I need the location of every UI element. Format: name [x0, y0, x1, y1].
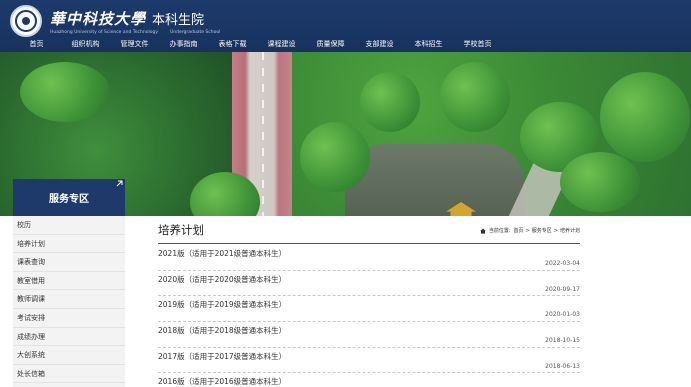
sidebar-item-class-change[interactable]: 教师调课	[13, 290, 125, 309]
breadcrumb-separator: >	[525, 227, 530, 234]
content-header: 培养计划 当前位置: 首页 > 服务专区 > 培养计划	[158, 220, 580, 244]
sidebar-item-calendar[interactable]: 校历	[13, 216, 125, 235]
sidebar-item-grades[interactable]: 成绩办理	[13, 328, 125, 347]
breadcrumb: 当前位置: 首页 > 服务专区 > 培养计划	[480, 227, 580, 234]
nav-item-forms[interactable]: 表格下载	[208, 37, 257, 51]
nav-item-party[interactable]: 支部建设	[355, 37, 404, 51]
main-nav: 首页 组织机构 管理文件 办事指南 表格下载 课程建设 质量保障 支部建设 本科…	[0, 37, 502, 51]
school-name-en: Huazhong University of Science and Techn…	[50, 29, 158, 35]
list-item: 2021版（适用于2021级普通本科生） 2022-03-04	[158, 245, 580, 271]
expand-arrow-icon[interactable]	[116, 180, 123, 187]
dept-name-cn: 本科生院	[152, 12, 205, 28]
plan-list: 2021版（适用于2021级普通本科生） 2022-03-04 2020版（适用…	[158, 245, 580, 387]
breadcrumb-current: 培养计划	[559, 228, 580, 234]
logo-block[interactable]: 華中科技大學 本科生院 Huazhong University of Scien…	[10, 5, 221, 37]
list-item-date: 2020-01-03	[545, 311, 580, 319]
nav-item-university-home[interactable]: 学校首页	[453, 37, 502, 51]
nav-item-guide[interactable]: 办事指南	[159, 37, 208, 51]
nav-item-quality[interactable]: 质量保障	[306, 37, 355, 51]
list-item-title[interactable]: 2018版（适用于2018级普通本科生）	[158, 325, 286, 336]
nav-item-courses[interactable]: 课程建设	[257, 37, 306, 51]
sidebar-item-exams[interactable]: 考试安排	[13, 309, 125, 328]
list-item-title[interactable]: 2019版（适用于2019级普通本科生）	[158, 299, 286, 310]
sidebar-item-innovation[interactable]: 大创系统	[13, 346, 125, 365]
breadcrumb-prefix: 当前位置:	[488, 228, 511, 234]
breadcrumb-home[interactable]: 首页	[514, 227, 524, 234]
service-sidebar: 服务专区 校历 培养计划 课表查询 教室借用 教师调课 考试安排 成绩办理 大创…	[13, 179, 125, 387]
sidebar-title: 服务专区	[49, 194, 89, 205]
list-item: 2016版（适用于2016级普通本科生）	[158, 373, 580, 387]
page-title: 培养计划	[158, 223, 204, 237]
nav-item-organization[interactable]: 组织机构	[61, 37, 110, 51]
nav-item-documents[interactable]: 管理文件	[110, 37, 159, 51]
sidebar-header: 服务专区	[13, 179, 125, 216]
list-item-date: 2018-10-15	[545, 337, 580, 345]
dept-name-en: Undergraduate School	[169, 29, 221, 35]
breadcrumb-service[interactable]: 服务专区	[532, 227, 552, 234]
list-item: 2018版（适用于2018级普通本科生） 2018-10-15	[158, 322, 580, 348]
sidebar-item-timetable[interactable]: 课表查询	[13, 253, 125, 272]
list-item-date: 2018-06-13	[545, 362, 580, 370]
university-seal-logo[interactable]	[10, 5, 42, 37]
list-item-title[interactable]: 2020版（适用于2020级普通本科生）	[158, 274, 286, 285]
list-item-title[interactable]: 2021版（适用于2021级普通本科生）	[158, 248, 286, 259]
list-item: 2020版（适用于2020级普通本科生） 2020-09-17	[158, 271, 580, 297]
site-header: 華中科技大學 本科生院 Huazhong University of Scien…	[0, 0, 691, 52]
nav-item-home[interactable]: 首页	[12, 37, 61, 51]
home-icon	[480, 228, 486, 234]
breadcrumb-separator: >	[553, 227, 558, 234]
nav-item-admission[interactable]: 本科招生	[404, 37, 453, 51]
list-item: 2019版（适用于2019级普通本科生） 2020-01-03	[158, 296, 580, 323]
list-item-title[interactable]: 2017版（适用于2017级普通本科生）	[158, 351, 286, 362]
school-name-cn: 華中科技大學	[50, 9, 147, 28]
main-content: 培养计划 当前位置: 首页 > 服务专区 > 培养计划 2021版（适用于202…	[158, 220, 580, 387]
list-item-title[interactable]: 2016版（适用于2016级普通本科生）	[158, 376, 286, 387]
sidebar-item-training-plan[interactable]: 培养计划	[13, 235, 125, 254]
list-item-date: 2022-03-04	[545, 260, 580, 267]
sidebar-item-classroom[interactable]: 教室借用	[13, 272, 125, 291]
list-item: 2017版（适用于2017级普通本科生） 2018-06-13	[158, 348, 580, 374]
list-item-date: 2020-09-17	[545, 285, 580, 293]
sidebar-item-mailbox[interactable]: 处长信箱	[13, 365, 125, 384]
